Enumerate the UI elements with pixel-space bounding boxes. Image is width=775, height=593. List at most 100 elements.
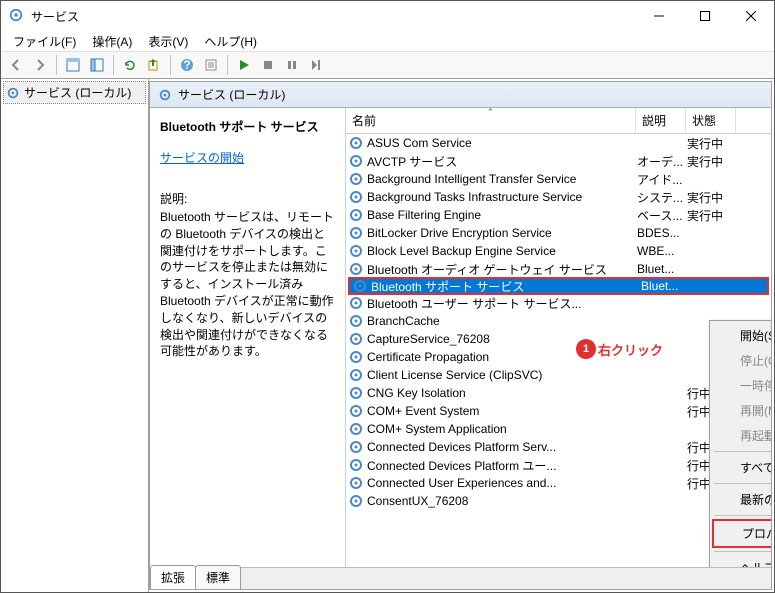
right-header-title: サービス (ローカル) [178,86,285,103]
tree-node-services-local[interactable]: サービス (ローカル) [3,81,146,104]
col-name[interactable]: 名前⌃ [346,108,636,133]
service-row[interactable]: CaptureService_76208 [346,330,771,348]
list-body: ASUS Com Service実行中AVCTP サービスオーデ...実行中Ba… [346,134,771,567]
row-name: ConsentUX_76208 [367,494,637,508]
annotation-badge-1: 1 [576,339,596,359]
service-row[interactable]: COM+ System Application [346,420,771,438]
refresh-button[interactable] [119,54,141,76]
service-row[interactable]: Connected Devices Platform Serv...行中 [346,438,771,456]
row-name: Bluetooth ユーザー サポート サービス... [367,295,637,312]
row-name: ASUS Com Service [367,136,637,150]
pause-service-button[interactable] [281,54,303,76]
col-desc[interactable]: 説明 [636,108,686,133]
menu-help[interactable]: ヘルプ(H) [196,31,265,51]
row-status: 実行中 [687,153,769,170]
service-row[interactable]: Block Level Backup Engine ServiceWBE... [346,242,771,260]
restart-service-button[interactable] [305,54,327,76]
service-row[interactable]: CNG Key Isolation行中 [346,384,771,402]
help-button[interactable]: ? [176,54,198,76]
service-row[interactable]: Background Tasks Infrastructure Serviceシ… [346,188,771,206]
separator [714,451,771,452]
row-status: 実行中 [687,189,769,206]
service-row[interactable]: Connected Devices Platform ユー...行中 [346,456,771,474]
ctx-properties[interactable]: プロパティ(R) [712,519,771,548]
row-desc: ベース... [637,207,687,224]
right-pane: サービス (ローカル) Bluetooth サポート サービス サービスの開始 … [149,81,772,590]
ctx-restart: 再起動(E) [712,423,771,448]
start-service-button[interactable] [233,54,255,76]
row-status: 実行中 [687,207,769,224]
row-desc: システ... [637,189,687,206]
service-row[interactable]: BranchCache [346,312,771,330]
svg-text:?: ? [183,58,190,72]
back-button[interactable] [5,54,27,76]
right-header: サービス (ローカル) [150,82,771,108]
service-name: Bluetooth サポート サービス [160,118,335,135]
view-large-button[interactable] [62,54,84,76]
ctx-help[interactable]: ヘルプ(H) [712,555,771,567]
stop-service-button[interactable] [257,54,279,76]
close-button[interactable] [728,1,774,31]
separator [113,55,114,75]
service-row[interactable]: Certificate Propagation [346,348,771,366]
menu-file[interactable]: ファイル(F) [5,31,84,51]
separator [714,551,771,552]
window-title: サービス [31,8,636,25]
content: Bluetooth サポート サービス サービスの開始 説明: Bluetoot… [150,108,771,567]
sort-asc-icon: ⌃ [487,108,495,118]
detail-pane: Bluetooth サポート サービス サービスの開始 説明: Bluetoot… [150,108,346,567]
tab-extended[interactable]: 拡張 [150,565,196,589]
annotation-text: 右クリック [598,340,663,359]
ctx-start[interactable]: 開始(S) [712,323,771,348]
service-row[interactable]: AVCTP サービスオーデ...実行中 [346,152,771,170]
start-service-link[interactable]: サービスの開始 [160,149,244,166]
row-desc: Bluet... [641,279,691,293]
row-name: CNG Key Isolation [367,386,637,400]
minimize-button[interactable] [636,1,682,31]
context-menu: 開始(S) 停止(O) 一時停止(U) 再開(M) 再起動(E) すべてのタスク… [709,320,771,567]
row-name: Base Filtering Engine [367,208,637,222]
maximize-button[interactable] [682,1,728,31]
gear-icon [158,88,172,102]
service-row[interactable]: Background Intelligent Transfer Serviceア… [346,170,771,188]
service-row[interactable]: Base Filtering Engineベース...実行中 [346,206,771,224]
row-name: BitLocker Drive Encryption Service [367,226,637,240]
separator [714,483,771,484]
row-name: Connected Devices Platform Serv... [367,440,637,454]
service-row[interactable]: Bluetooth オーディオ ゲートウェイ サービスBluet... [346,260,771,278]
list-pane: 名前⌃ 説明 状態 ASUS Com Service実行中AVCTP サービスオ… [346,108,771,567]
service-row[interactable]: Bluetooth サポート サービスBluet... [348,277,769,295]
row-name: Connected Devices Platform ユー... [367,457,637,474]
menu-action[interactable]: 操作(A) [84,31,140,51]
col-status[interactable]: 状態 [686,108,736,133]
tab-standard[interactable]: 標準 [195,565,241,589]
row-name: COM+ System Application [367,422,637,436]
service-row[interactable]: Bluetooth ユーザー サポート サービス... [346,294,771,312]
row-name: Certificate Propagation [367,350,637,364]
service-row[interactable]: COM+ Event System行中 [346,402,771,420]
service-row[interactable]: Client License Service (ClipSVC) [346,366,771,384]
menu-view[interactable]: 表示(V) [140,31,196,51]
toolbar: ? [1,51,774,79]
row-name: COM+ Event System [367,404,637,418]
separator [714,515,771,516]
service-row[interactable]: ASUS Com Service実行中 [346,134,771,152]
ctx-pause: 一時停止(U) [712,373,771,398]
properties-button[interactable] [200,54,222,76]
ctx-refresh[interactable]: 最新の情報に更新(F) [712,487,771,512]
view-detail-button[interactable] [86,54,108,76]
gear-icon [6,86,20,100]
ctx-alltasks[interactable]: すべてのタスク(K)▶ [712,455,771,480]
row-name: Bluetooth サポート サービス [371,278,641,295]
tabs: 拡張 標準 [150,567,771,589]
row-desc: オーデ... [637,153,687,170]
menu-bar: ファイル(F) 操作(A) 表示(V) ヘルプ(H) [1,31,774,51]
row-desc: Bluet... [637,262,687,276]
service-row[interactable]: BitLocker Drive Encryption ServiceBDES..… [346,224,771,242]
forward-button[interactable] [29,54,51,76]
service-row[interactable]: ConsentUX_76208 [346,492,771,510]
export-button[interactable] [143,54,165,76]
separator [170,55,171,75]
service-row[interactable]: Connected User Experiences and...行中 [346,474,771,492]
row-name: Connected User Experiences and... [367,476,637,490]
